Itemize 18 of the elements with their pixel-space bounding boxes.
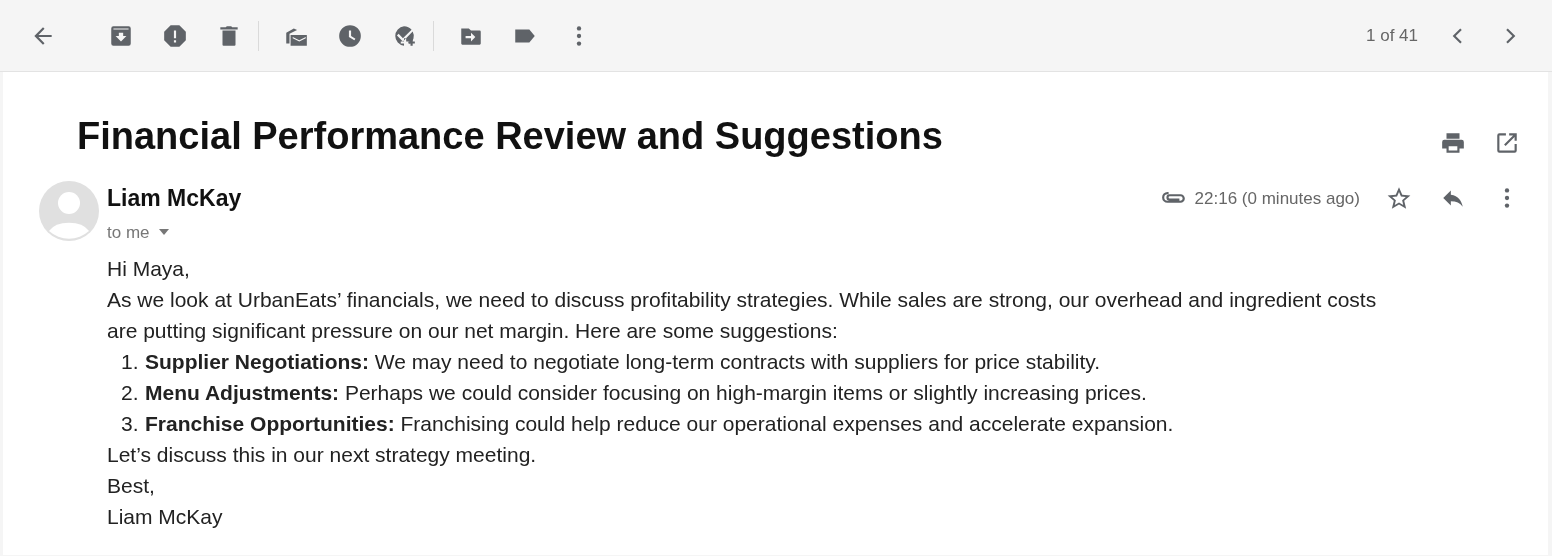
- list-number: 1.: [121, 349, 140, 375]
- body-paragraph: As we look at UrbanEats’ financials, we need to discuss profitability strategies. While sales are strong, our overhead and ingredient costs are putting significant pressure on our net margin. Here are some suggestions:: [107, 287, 1378, 344]
- pagination-count: 1 of 41: [1366, 24, 1418, 47]
- avatar-icon: [39, 181, 99, 241]
- list-number: 2.: [121, 380, 140, 406]
- body-paragraph: Let’s discuss this in our next strategy meeting.: [107, 442, 538, 468]
- body-paragraph: Best,: [107, 473, 156, 499]
- email-subject: Financial Performance Review and Suggestions: [77, 114, 944, 159]
- body-paragraph: Hi Maya,: [107, 256, 191, 282]
- body-paragraph: Liam McKay: [107, 504, 224, 530]
- sender-name: Liam McKay: [107, 184, 242, 213]
- list-item: Supplier Negotiations: We may need to negotiate long-term contracts with suppliers for price stability.: [145, 349, 1101, 375]
- list-item: Franchise Opportunities: Franchising could help reduce our operational expenses and accelerate expansion.: [145, 411, 1174, 437]
- list-number: 3.: [121, 411, 140, 437]
- timestamp: 22:16 (0 minutes ago): [1194, 187, 1360, 210]
- list-item: Menu Adjustments: Perhaps we could consider focusing on high-margin items or slightly increasing prices.: [145, 380, 1147, 406]
- dropdown-caret-icon[interactable]: [157, 228, 170, 237]
- recipient-label: to me: [107, 221, 150, 244]
